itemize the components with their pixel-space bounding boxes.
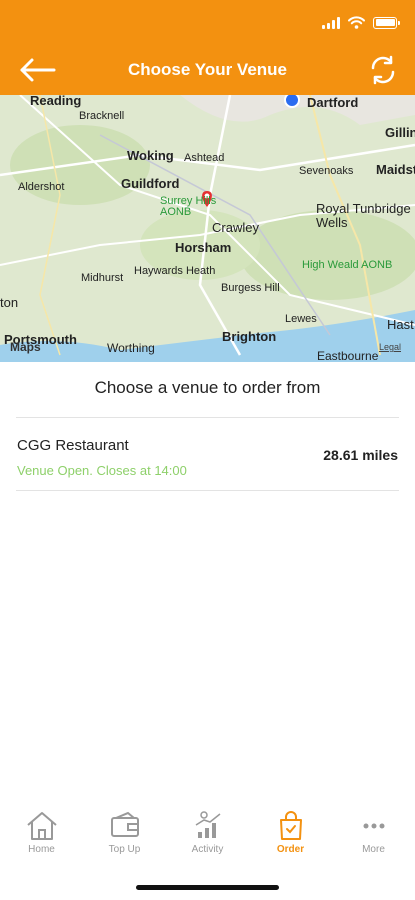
- tab-activity[interactable]: Activity: [166, 810, 249, 870]
- status-icons: [322, 16, 400, 29]
- map-label: Hast: [387, 317, 414, 332]
- nav-bar: Choose Your Venue: [0, 48, 415, 92]
- status-bar: [0, 0, 415, 48]
- tab-order[interactable]: Order: [249, 810, 332, 870]
- map-label: Aldershot: [18, 181, 65, 193]
- activity-chart-icon: [195, 811, 220, 838]
- map-label: Lewes: [285, 313, 317, 325]
- cellular-signal-icon: [322, 16, 340, 29]
- tab-label: Home: [28, 844, 55, 855]
- venue-list-item[interactable]: CGG Restaurant Venue Open. Closes at 14:…: [0, 418, 415, 490]
- map-label: Haywards Heath: [134, 265, 216, 277]
- tab-label: More: [362, 844, 385, 855]
- section-heading: Choose a venue to order from: [94, 378, 321, 397]
- tab-more[interactable]: More: [332, 810, 415, 870]
- map-label: Reading: [30, 95, 82, 108]
- map-label: Ashtead: [184, 152, 225, 164]
- map-legal-link[interactable]: Legal: [379, 342, 401, 352]
- map-label: Eastbourne: [317, 349, 379, 362]
- tab-home[interactable]: Home: [0, 810, 83, 870]
- maps-attribution: Maps: [10, 340, 41, 354]
- map-label: Royal Tunbridge Wells: [316, 201, 411, 230]
- tab-label: Order: [276, 844, 305, 855]
- wallet-icon: [110, 811, 139, 837]
- divider: [16, 490, 399, 491]
- map-label: Dartford: [307, 95, 359, 110]
- map-label-park: High Weald AONB: [302, 259, 393, 271]
- tab-top-up[interactable]: Top Up: [83, 810, 166, 870]
- map-label: Sevenoaks: [299, 165, 354, 177]
- map-label: Brighton: [222, 329, 277, 344]
- map-label: Bracknell: [79, 110, 125, 122]
- map-label: Woking: [127, 148, 174, 163]
- more-dots-icon: [363, 823, 384, 829]
- map-label-park: Surrey Hills AONB: [160, 195, 217, 218]
- home-icon: [26, 812, 57, 840]
- tab-label: Activity: [191, 844, 224, 855]
- map-label: Worthing: [107, 341, 155, 355]
- tab-bar: Home Top Up Activity Order More: [0, 810, 415, 870]
- map-label: Crawley: [212, 220, 259, 235]
- venue-name: CGG Restaurant: [17, 437, 129, 454]
- battery-icon: [373, 16, 400, 29]
- map-label: Maidst: [376, 162, 415, 177]
- map-label: Gillin: [385, 125, 415, 140]
- refresh-button[interactable]: [367, 54, 399, 86]
- current-location-icon: [284, 95, 300, 108]
- venue-status: Venue Open. Closes at 14:00: [17, 463, 187, 478]
- app-header: Choose Your Venue: [0, 0, 415, 95]
- shopping-bag-icon: [279, 811, 302, 840]
- venue-map[interactable]: Reading Dartford Bracknell Gillin Woking…: [0, 95, 415, 362]
- venue-distance: 28.61 miles: [323, 447, 398, 463]
- map-label: Midhurst: [81, 272, 124, 284]
- refresh-icon: [371, 55, 395, 85]
- map-label: ton: [0, 295, 19, 310]
- map-label: Burgess Hill: [221, 282, 280, 294]
- page-title: Choose Your Venue: [127, 60, 288, 79]
- home-indicator[interactable]: [136, 885, 279, 890]
- tab-label: Top Up: [108, 844, 141, 855]
- map-label: Guildford: [121, 176, 180, 191]
- map-label: Horsham: [175, 240, 232, 255]
- wifi-icon: [348, 16, 365, 29]
